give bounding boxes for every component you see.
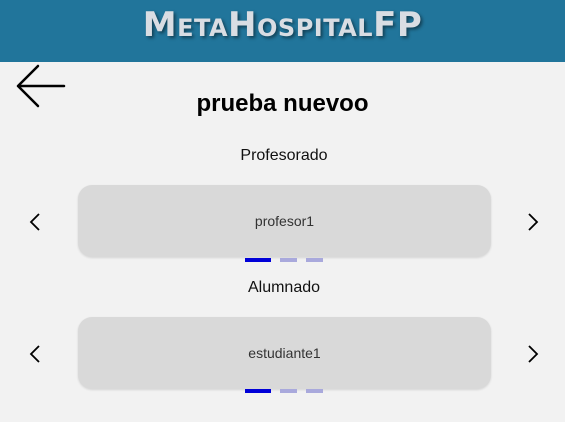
alumnado-current-name: estudiante1 [248,345,321,361]
profesorado-prev-button[interactable] [20,207,50,237]
profesorado-current-name: profesor1 [254,213,315,229]
profesorado-dot-1[interactable] [245,258,271,262]
alumnado-prev-button[interactable] [20,339,50,369]
brand-logo: MetaHospitalFP [142,5,423,45]
profesorado-label: Profesorado [240,147,328,164]
profesorado-dot-3[interactable] [306,258,323,262]
alumnado-card[interactable]: estudiante1 [78,317,491,389]
profesorado-dot-2[interactable] [280,258,297,262]
alumnado-dot-1[interactable] [245,389,271,393]
profesorado-next-button[interactable] [518,207,548,237]
page-title: prueba nuevoo [196,90,369,117]
alumnado-next-button[interactable] [518,339,548,369]
alumnado-label: Alumnado [247,279,321,296]
chevron-left-icon [29,345,40,363]
alumnado-pagination [245,389,323,393]
profesorado-pagination [245,258,323,262]
alumnado-dot-3[interactable] [306,389,323,393]
profesorado-card[interactable]: profesor1 [78,185,491,257]
alumnado-dot-2[interactable] [280,389,297,393]
app-header: MetaHospitalFP [0,0,565,62]
chevron-right-icon [528,213,539,231]
chevron-left-icon [29,213,40,231]
chevron-right-icon [528,345,539,363]
